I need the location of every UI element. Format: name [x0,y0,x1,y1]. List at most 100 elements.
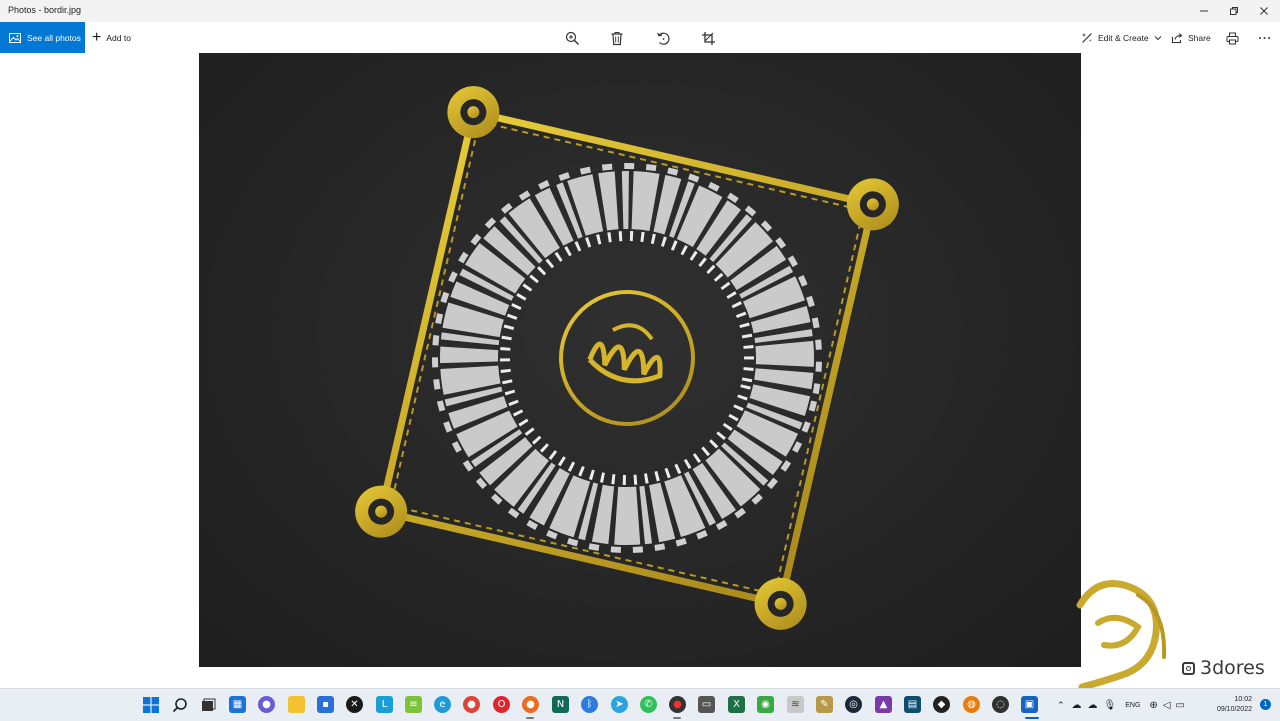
edit-create-button[interactable]: Edit & Create [1081,22,1162,53]
minimize-icon [1200,10,1208,12]
close-icon [1260,7,1268,15]
crop-icon [701,31,715,45]
clock[interactable]: 10:02 09/10/2022 [1217,695,1252,715]
notification-badge[interactable]: 1 [1260,699,1271,710]
title-bar: Photos - bordir.jpg [0,0,1280,22]
toolbar: See all photos + Add to Edit & Create Sh… [0,22,1280,53]
system-tray: ⌃ ☁ ☁ 🎙 ENG ⊕ ◁ ▭ [1057,689,1185,721]
chat-button[interactable]: ● [258,696,275,713]
store-button[interactable]: ▪ [317,696,334,713]
stack-app-button[interactable]: ≡ [405,696,422,713]
chrome-icon: ● [467,699,476,710]
record-active-indicator [673,717,681,719]
task-view-icon [201,698,215,711]
chat-icon: ● [262,699,271,710]
inkscape-icon: ◆ [937,699,946,710]
notepad-button[interactable]: N [552,696,569,713]
blender-button[interactable]: ◍ [963,696,980,713]
rotate-icon [656,32,670,45]
paint-button[interactable]: ✎ [816,696,833,713]
media-button[interactable]: ▭ [698,696,715,713]
task-view-button[interactable] [199,696,216,713]
zoom-button[interactable] [561,27,583,49]
start-button[interactable] [142,696,159,713]
firefox-icon: ● [526,699,535,710]
green-app-button[interactable]: ◉ [757,696,774,713]
instagram-icon [1182,661,1195,675]
green-app-icon: ◉ [761,699,770,710]
obs-icon: ◌ [996,699,1005,710]
share-button[interactable]: Share [1171,22,1211,53]
record-icon: ● [673,699,682,710]
steam-button[interactable]: ◎ [845,696,862,713]
add-to-button[interactable]: + Add to [92,22,131,53]
terminal-icon: ▤ [907,699,918,710]
store-icon: ▪ [322,699,329,710]
minimize-button[interactable] [1188,0,1220,22]
telegram-icon: ➤ [615,699,624,710]
opera-icon: O [497,699,506,710]
record-button[interactable]: ● [669,696,686,713]
rotate-button[interactable] [652,27,674,49]
terminal-button[interactable]: ▤ [904,696,921,713]
affinity-button[interactable]: ▲ [875,696,892,713]
watermark-handle-text: 3dores [1200,657,1265,679]
media-icon: ▭ [701,699,712,710]
crop-button[interactable] [697,27,719,49]
windows-icon [142,696,159,713]
battery-icon[interactable]: ▭ [1176,700,1185,711]
whatsapp-icon: ✆ [644,699,653,710]
show-hidden-icons-button[interactable]: ⌃ [1057,700,1065,711]
edge-button[interactable]: e [434,696,451,713]
more-options-button[interactable] [1253,27,1275,49]
add-to-label: Add to [106,32,131,43]
plus-icon: + [92,28,102,46]
affinity-icon: ▲ [879,699,888,710]
restore-button[interactable] [1218,0,1250,22]
see-all-photos-label: See all photos [27,32,81,43]
mic-icon[interactable]: 🎙 [1104,700,1117,711]
embroidery-image [355,86,899,630]
l-app-button[interactable]: L [376,696,393,713]
clock-time: 10:02 [1234,696,1252,703]
photo-viewer [199,53,1081,667]
excel-button[interactable]: X [728,696,745,713]
search-button[interactable] [171,696,188,713]
print-button[interactable] [1221,27,1243,49]
opera-button[interactable]: O [493,696,510,713]
lines-app-button[interactable]: ≋ [787,696,804,713]
stack-icon: ≡ [409,699,418,710]
network-icon[interactable]: ⊕ [1149,700,1157,711]
more-icon [1258,37,1270,39]
volume-icon[interactable]: ◁ [1163,700,1171,711]
whatsapp-button[interactable]: ✆ [640,696,657,713]
xbox-icon: ✕ [350,699,359,710]
edge-icon: e [439,699,446,710]
edit-create-label: Edit & Create [1098,32,1149,43]
photos-button[interactable]: ▣ [1021,696,1038,713]
bluetooth-icon: ᛒ [586,699,593,710]
chrome-button[interactable]: ● [463,696,480,713]
xbox-button[interactable]: ✕ [346,696,363,713]
onedrive-icon[interactable]: ☁ [1088,700,1098,711]
widgets-icon: ▦ [232,699,243,710]
inkscape-button[interactable]: ◆ [933,696,950,713]
widgets-button[interactable]: ▦ [229,696,246,713]
blender-icon: ◍ [967,699,976,710]
bluetooth-button[interactable]: ᛒ [581,696,598,713]
firefox-button[interactable]: ● [522,696,539,713]
cloud-icon[interactable]: ☁ [1072,700,1082,711]
watermark-logo [1076,580,1167,691]
language-indicator[interactable]: ENG [1125,702,1140,709]
share-icon [1171,32,1183,43]
photos-active-indicator [1025,717,1039,719]
file-explorer-button[interactable] [288,696,305,713]
restore-icon [1230,7,1238,15]
obs-button[interactable]: ◌ [992,696,1009,713]
close-button[interactable] [1248,0,1280,22]
telegram-button[interactable]: ➤ [611,696,628,713]
see-all-photos-button[interactable]: See all photos [0,22,85,53]
delete-button[interactable] [606,27,628,49]
printer-icon [1226,32,1238,44]
steam-icon: ◎ [849,699,858,710]
